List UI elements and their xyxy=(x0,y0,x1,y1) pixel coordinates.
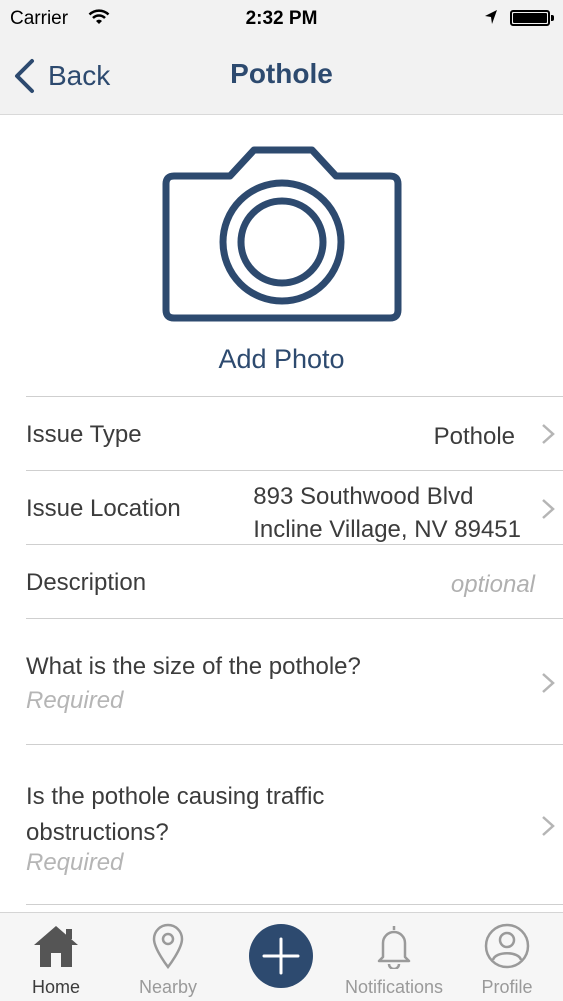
tab-profile[interactable]: Profile xyxy=(451,913,563,1001)
status-bar: Carrier 2:32 PM xyxy=(0,0,563,38)
address-line-2: Incline Village, NV 89451 xyxy=(253,516,521,543)
pothole-size-status: Required xyxy=(26,687,124,714)
add-report-button[interactable] xyxy=(249,924,313,988)
issue-type-row[interactable]: Issue Type Pothole xyxy=(26,396,563,470)
traffic-obstruction-row[interactable]: Is the pothole causing traffic obstructi… xyxy=(26,744,563,904)
tab-notifications[interactable]: Notifications xyxy=(338,913,450,1001)
profile-icon xyxy=(451,923,563,973)
question-line-2: obstructions? xyxy=(26,819,169,846)
bell-icon xyxy=(338,923,450,973)
pothole-size-question: What is the size of the pothole? xyxy=(26,653,361,680)
page-title: Pothole xyxy=(230,58,333,89)
location-pin-icon xyxy=(112,923,224,973)
issue-type-label: Issue Type xyxy=(26,421,142,448)
battery-icon xyxy=(510,10,554,26)
tab-nearby[interactable]: Nearby xyxy=(112,913,224,1001)
chevron-right-icon xyxy=(541,423,555,445)
add-photo-button[interactable]: Add Photo xyxy=(0,344,563,375)
home-icon xyxy=(0,923,112,973)
issue-location-value: 893 Southwood Blvd Incline Village, NV 8… xyxy=(253,480,521,546)
nav-bar: Back Pothole xyxy=(0,38,563,115)
chevron-right-icon xyxy=(541,815,555,837)
traffic-obstruction-question: Is the pothole causing traffic obstructi… xyxy=(26,779,324,851)
tab-nearby-label: Nearby xyxy=(138,977,198,997)
clock: 2:32 PM xyxy=(245,8,318,29)
description-label: Description xyxy=(26,569,147,596)
tab-home[interactable]: Home xyxy=(0,913,112,1001)
issue-type-value: Pothole xyxy=(433,423,515,450)
traffic-obstruction-status: Required xyxy=(26,849,124,876)
location-arrow-icon xyxy=(484,9,498,31)
plus-icon xyxy=(262,937,300,975)
tab-home-label: Home xyxy=(31,977,80,997)
divider xyxy=(26,904,563,912)
photo-section: Add Photo xyxy=(0,114,563,396)
question-line-1: Is the pothole causing traffic xyxy=(26,783,325,810)
description-row[interactable]: Description optional xyxy=(26,544,563,618)
tab-notifications-label: Notifications xyxy=(344,977,444,997)
address-line-1: 893 Southwood Blvd xyxy=(253,483,474,510)
pothole-size-row[interactable]: What is the size of the pothole? Require… xyxy=(26,618,563,744)
issue-location-row[interactable]: Issue Location 893 Southwood Blvd Inclin… xyxy=(26,470,563,544)
tab-profile-label: Profile xyxy=(481,977,533,997)
chevron-right-icon xyxy=(541,672,555,694)
chevron-right-icon xyxy=(541,498,555,520)
issue-location-label: Issue Location xyxy=(26,495,181,522)
description-input[interactable]: optional xyxy=(451,571,535,599)
camera-icon[interactable] xyxy=(160,142,404,324)
